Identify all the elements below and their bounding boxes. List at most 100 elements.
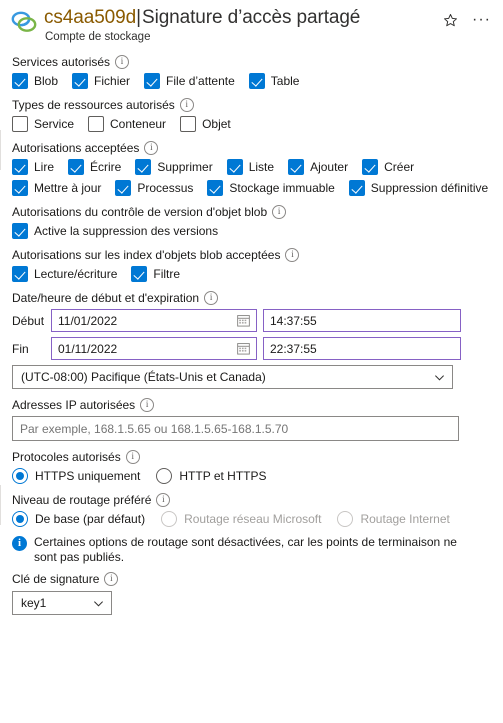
checkbox-box[interactable] bbox=[68, 159, 85, 175]
checkbox-box[interactable] bbox=[131, 266, 148, 282]
page-subtitle: Compte de stockage bbox=[45, 31, 151, 43]
info-icon[interactable] bbox=[204, 291, 219, 305]
info-icon[interactable] bbox=[125, 450, 140, 464]
chevron-down-icon bbox=[434, 372, 445, 383]
checkbox-blob[interactable]: Blob bbox=[12, 73, 58, 89]
checkbox-box[interactable] bbox=[12, 159, 28, 175]
checkbox-box[interactable] bbox=[207, 180, 224, 196]
blade-header: cs4aa509d | Signature d’accès partagé Co… bbox=[0, 0, 503, 43]
checkbox-suppression-definitive[interactable]: Suppression définitive bbox=[348, 180, 489, 196]
checkbox-label: Lecture/écriture bbox=[34, 267, 118, 281]
blade-content: Services autorisés Blob Fichier File d’a… bbox=[0, 40, 503, 615]
checkbox-box[interactable] bbox=[144, 73, 161, 89]
info-icon[interactable] bbox=[285, 248, 300, 262]
checkbox-box[interactable] bbox=[72, 73, 89, 89]
checkbox-stockage-immuable[interactable]: Stockage immuable bbox=[207, 180, 335, 196]
signing-key-group: Clé de signature key1 bbox=[12, 572, 493, 615]
info-icon[interactable] bbox=[144, 141, 159, 155]
checkbox-box[interactable] bbox=[12, 223, 28, 239]
checkbox-box[interactable] bbox=[248, 73, 265, 89]
checkbox-file-attente[interactable]: File d’attente bbox=[144, 73, 235, 89]
radio-https-only[interactable]: HTTPS uniquement bbox=[12, 468, 140, 484]
checkbox-lire[interactable]: Lire bbox=[12, 159, 54, 175]
info-icon[interactable] bbox=[115, 55, 130, 69]
end-time-input[interactable]: 22:37:55 bbox=[263, 337, 461, 360]
checkbox-ecrire[interactable]: Écrire bbox=[68, 159, 121, 175]
end-date-value: 01/11/2022 bbox=[58, 341, 118, 356]
checkbox-box[interactable] bbox=[115, 180, 132, 196]
timezone-value: (UTC-08:00) Pacifique (États-Unis et Can… bbox=[21, 370, 266, 384]
info-icon[interactable] bbox=[272, 205, 287, 219]
checkbox-conteneur[interactable]: Conteneur bbox=[88, 116, 166, 132]
ellipsis-icon[interactable]: ··· bbox=[472, 12, 491, 28]
info-icon[interactable] bbox=[104, 572, 119, 586]
checkbox-service[interactable]: Service bbox=[12, 116, 74, 132]
blob-versioning-label-text: Autorisations du contrôle de version d'o… bbox=[12, 205, 268, 219]
checkbox-fichier[interactable]: Fichier bbox=[72, 73, 130, 89]
permissions-group: Autorisations acceptées Lire Écrire Supp… bbox=[12, 141, 493, 196]
checkbox-objet[interactable]: Objet bbox=[180, 116, 231, 132]
protocols-group: Protocoles autorisés HTTPS uniquement HT… bbox=[12, 450, 493, 484]
star-outline-icon[interactable] bbox=[442, 12, 458, 28]
checkbox-label: Stockage immuable bbox=[229, 181, 335, 195]
sas-blade: cs4aa509d | Signature d’accès partagé Co… bbox=[0, 0, 503, 723]
routing-tier-label: Niveau de routage préféré bbox=[12, 493, 493, 507]
permissions-label: Autorisations acceptées bbox=[12, 141, 493, 155]
allowed-services-group: Services autorisés Blob Fichier File d’a… bbox=[12, 55, 493, 89]
radio-dot bbox=[161, 511, 178, 527]
allowed-ip-group: Adresses IP autorisées bbox=[12, 398, 493, 441]
checkbox-box[interactable] bbox=[12, 180, 28, 196]
calendar-icon[interactable] bbox=[237, 342, 250, 355]
checkbox-creer[interactable]: Créer bbox=[362, 159, 414, 175]
checkbox-liste[interactable]: Liste bbox=[226, 159, 275, 175]
checkbox-box[interactable] bbox=[12, 116, 28, 132]
info-icon[interactable] bbox=[156, 493, 171, 507]
checkbox-label: Conteneur bbox=[110, 117, 167, 131]
checkbox-box[interactable] bbox=[348, 180, 365, 196]
checkbox-label: Suppression définitive bbox=[370, 181, 489, 195]
storage-account-rings-icon bbox=[10, 9, 38, 35]
checkbox-label: Écrire bbox=[90, 160, 122, 174]
start-time-input[interactable]: 14:37:55 bbox=[263, 309, 461, 332]
info-icon[interactable] bbox=[179, 98, 194, 112]
signing-key-dropdown[interactable]: key1 bbox=[12, 591, 112, 615]
protocols-options: HTTPS uniquement HTTP et HTTPS bbox=[12, 468, 493, 484]
routing-tier-options: De base (par défaut) Routage réseau Micr… bbox=[12, 511, 493, 527]
checkbox-box[interactable] bbox=[288, 159, 305, 175]
radio-dot[interactable] bbox=[156, 468, 173, 484]
start-date-input[interactable]: 11/01/2022 bbox=[51, 309, 257, 332]
routing-tier-label-text: Niveau de routage préféré bbox=[12, 493, 152, 507]
radio-dot[interactable] bbox=[12, 468, 28, 484]
checkbox-lecture-ecriture[interactable]: Lecture/écriture bbox=[12, 266, 117, 282]
checkbox-ajouter[interactable]: Ajouter bbox=[288, 159, 348, 175]
timezone-dropdown[interactable]: (UTC-08:00) Pacifique (États-Unis et Can… bbox=[12, 365, 453, 389]
checkbox-box[interactable] bbox=[226, 159, 243, 175]
radio-basic-default[interactable]: De base (par défaut) bbox=[12, 511, 145, 527]
radio-http-and-https[interactable]: HTTP et HTTPS bbox=[156, 468, 267, 484]
radio-dot[interactable] bbox=[12, 511, 28, 527]
checkbox-box[interactable] bbox=[135, 159, 152, 175]
routing-notice-text: Certaines options de routage sont désact… bbox=[34, 535, 457, 564]
allowed-resource-types-label: Types de ressources autorisés bbox=[12, 98, 493, 112]
info-icon[interactable] bbox=[140, 398, 155, 412]
checkbox-box[interactable] bbox=[88, 116, 105, 132]
checkbox-label: Service bbox=[34, 117, 75, 131]
checkbox-box[interactable] bbox=[362, 159, 379, 175]
start-time-value: 14:37:55 bbox=[270, 313, 317, 328]
checkbox-supprimer[interactable]: Supprimer bbox=[135, 159, 213, 175]
end-date-input[interactable]: 01/11/2022 bbox=[51, 337, 257, 360]
calendar-icon[interactable] bbox=[237, 314, 250, 327]
checkbox-label: Blob bbox=[34, 74, 59, 88]
blob-index-group: Autorisations sur les index d'objets blo… bbox=[12, 248, 493, 282]
checkbox-mettre-a-jour[interactable]: Mettre à jour bbox=[12, 180, 101, 196]
checkbox-box[interactable] bbox=[180, 116, 197, 132]
checkbox-processus[interactable]: Processus bbox=[115, 180, 193, 196]
checkbox-active-suppression-versions[interactable]: Active la suppression des versions bbox=[12, 223, 218, 239]
checkbox-filtre[interactable]: Filtre bbox=[131, 266, 180, 282]
checkbox-label: Liste bbox=[248, 160, 275, 174]
checkbox-box[interactable] bbox=[12, 266, 28, 282]
permissions-row-1: Lire Écrire Supprimer Liste Ajouter Crée… bbox=[12, 159, 493, 175]
checkbox-table[interactable]: Table bbox=[248, 73, 299, 89]
allowed-ip-input[interactable] bbox=[12, 416, 459, 441]
checkbox-box[interactable] bbox=[12, 73, 28, 89]
